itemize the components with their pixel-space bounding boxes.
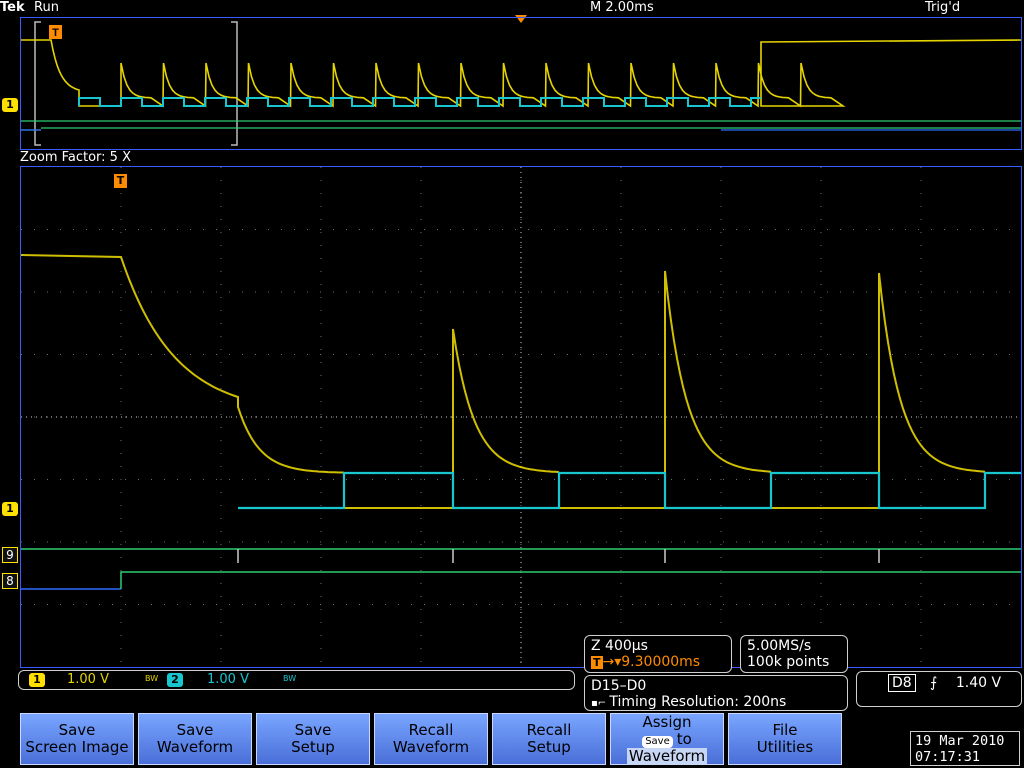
timing-resolution: Timing Resolution: 200ns	[609, 694, 787, 710]
overview-waveform-panel[interactable]: T	[20, 17, 1022, 150]
overview-ch1-marker[interactable]: 1	[2, 98, 18, 112]
zoom-waveform-svg	[21, 167, 1021, 667]
file-utilities-button[interactable]: File Utilities	[728, 713, 842, 765]
save-waveform-button[interactable]: Save Waveform	[138, 713, 252, 765]
zoom-waveform-panel[interactable]	[20, 166, 1022, 668]
acquisition-status: Run	[34, 0, 59, 15]
save-setup-button[interactable]: Save Setup	[256, 713, 370, 765]
softkey-label: Assign	[642, 712, 692, 731]
record-length: 100k points	[747, 654, 830, 670]
save-chip: Save	[642, 735, 673, 748]
ch1-scale-badge[interactable]: 1	[29, 673, 45, 687]
save-screen-image-button[interactable]: Save Screen Image	[20, 713, 134, 765]
recall-setup-button[interactable]: Recall Setup	[492, 713, 606, 765]
vertical-scale-bar[interactable]: 1 1.00 V BW 2 1.00 V BW	[18, 670, 575, 690]
trigger-source: D8	[888, 674, 916, 692]
digital-group-label: D15–D0	[591, 678, 647, 694]
date-time-display: 19 Mar 2010 07:17:31	[910, 731, 1020, 766]
assign-save-button[interactable]: Assign Save to Waveform	[610, 713, 724, 765]
softkey-label: Waveform	[627, 746, 707, 765]
zoom-horizontal-readout[interactable]: Z 400µs T →▾9.30000ms	[584, 635, 732, 673]
softkey-label: Save	[294, 721, 332, 739]
timing-resolution-row: ▪⌐ Timing Resolution: 200ns	[591, 694, 841, 712]
ch1-overview-trace	[21, 39, 1021, 108]
brand-logo: Tek	[0, 0, 25, 15]
date: 19 Mar 2010	[915, 733, 1005, 749]
d9-marker[interactable]: 9	[2, 547, 18, 563]
ch1-bw-icon: BW	[145, 674, 159, 683]
softkey-label: Setup	[291, 738, 335, 756]
zoom-ch1-marker[interactable]: 1	[2, 502, 18, 516]
softkey-label: File	[772, 721, 798, 739]
trigger-readout[interactable]: D8 ⨍ 1.40 V	[856, 671, 1022, 707]
softkey-label: Recall	[526, 721, 572, 739]
sample-rate: 5.00MS/s	[747, 638, 812, 654]
zoom-time-per-div: Z 400µs	[591, 638, 648, 654]
trigger-position-value: →▾9.30000ms	[602, 654, 701, 670]
overview-trigger-marker-label: T	[52, 27, 59, 39]
zoom-window-bracket[interactable]	[34, 21, 238, 146]
timebase-readout: M 2.00ms	[590, 0, 654, 15]
ch1-scale-value: 1.00 V	[67, 672, 109, 687]
softkey-label: Save to	[611, 730, 723, 748]
recall-waveform-button[interactable]: Recall Waveform	[374, 713, 488, 765]
ch2-zoom-trace	[238, 471, 1021, 510]
softkey-label: Save	[58, 721, 96, 739]
softkey-label: Setup	[527, 738, 571, 756]
trigger-t-icon: T	[591, 656, 603, 669]
softkey-label: Waveform	[392, 738, 470, 756]
softkey-label: Recall	[408, 721, 454, 739]
zoom-trigger-marker-icon: T	[114, 174, 127, 188]
timing-icon: ▪⌐	[591, 698, 610, 709]
softkey-label: Utilities	[756, 738, 814, 756]
rising-edge-icon: ⨍	[930, 675, 938, 691]
zoom-factor-label: Zoom Factor: 5 X	[20, 150, 131, 165]
ch2-scale-badge[interactable]: 2	[167, 673, 183, 687]
time: 07:17:31	[915, 749, 981, 765]
acquisition-readout[interactable]: 5.00MS/s 100k points	[740, 635, 848, 673]
softkey-label: Waveform	[156, 738, 234, 756]
d8-marker[interactable]: 8	[2, 573, 18, 589]
softkey-label: Save	[176, 721, 214, 739]
ch2-overview-trace	[78, 97, 761, 107]
ch2-bw-icon: BW	[283, 674, 297, 683]
trigger-level: 1.40 V	[955, 675, 1002, 691]
status-bar: Tek Run M 2.00ms Trig'd	[0, 0, 1024, 16]
d8-high-trace	[120, 571, 1021, 589]
trigger-position-readout: T →▾9.30000ms	[591, 654, 725, 671]
trigger-status: Trig'd	[925, 0, 961, 15]
ch2-scale-value: 1.00 V	[207, 672, 249, 687]
overview-waveform-svg: T	[21, 21, 1021, 146]
softkey-label: Screen Image	[25, 738, 129, 756]
digital-bus-readout[interactable]: D15–D0 ▪⌐ Timing Resolution: 200ns	[584, 675, 848, 711]
